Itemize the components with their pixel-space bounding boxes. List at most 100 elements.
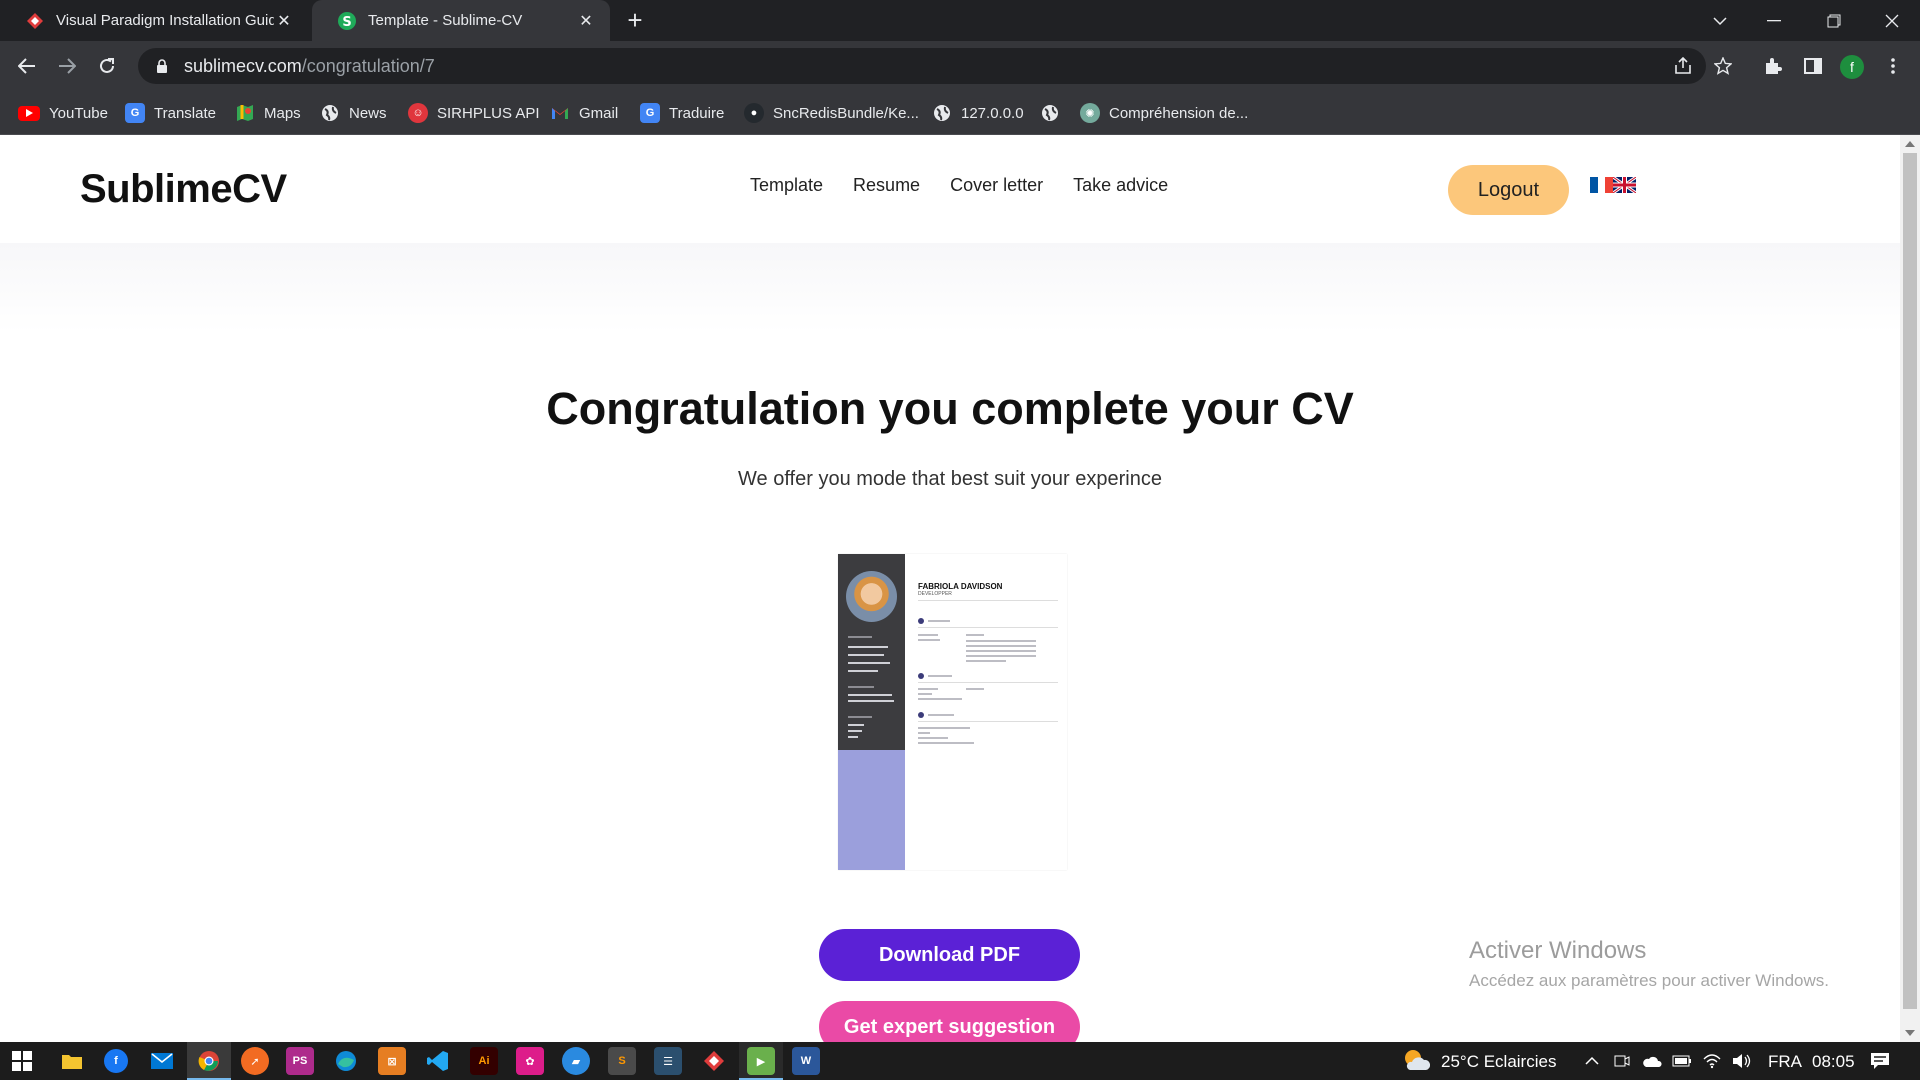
restore-window-icon[interactable] — [1806, 0, 1862, 41]
show-hidden-icons-chevron-icon[interactable] — [1582, 1051, 1602, 1071]
taskbar-clock[interactable]: 08:05 — [1812, 1052, 1855, 1072]
visual-paradigm-taskbar-icon[interactable] — [700, 1047, 728, 1075]
uk-flag-icon[interactable] — [1612, 175, 1637, 195]
nav-cover-letter[interactable]: Cover letter — [950, 175, 1043, 196]
bookmark-traduire[interactable]: G Traduire — [640, 101, 724, 125]
download-pdf-button[interactable]: Download PDF — [819, 929, 1080, 981]
page-scrollbar[interactable] — [1900, 135, 1920, 1042]
close-tab-icon[interactable]: ✕ — [576, 11, 596, 31]
bookmark-localhost[interactable]: 127.0.0.0 — [932, 101, 1024, 125]
windows-taskbar: f ➚ PS ⊠ Ai ✿ ▰ S ☰ ▶ W 25°C Eclaircies — [0, 1042, 1920, 1080]
globe-icon — [320, 103, 340, 123]
notification-center-icon[interactable] — [1870, 1051, 1890, 1071]
gmail-icon — [550, 103, 570, 123]
extensions-puzzle-icon[interactable] — [1758, 51, 1788, 81]
dbeaver-icon[interactable]: ☰ — [654, 1047, 682, 1075]
back-arrow-icon[interactable] — [12, 51, 42, 81]
nav-take-advice[interactable]: Take advice — [1073, 175, 1168, 196]
site-header: SublimeCV Template Resume Cover letter T… — [0, 135, 1900, 243]
cv-preview[interactable]: FABRIOLA DAVIDSON DEVELOPPER — [838, 554, 1067, 870]
paint-app-icon[interactable]: ✿ — [516, 1047, 544, 1075]
cv-role: DEVELOPPER — [918, 591, 952, 597]
language-switcher — [1590, 175, 1637, 195]
meet-now-icon[interactable] — [1612, 1051, 1632, 1071]
phpstorm-icon[interactable]: PS — [286, 1047, 314, 1075]
profile-avatar[interactable]: f — [1840, 55, 1864, 79]
scroll-down-arrow-icon[interactable] — [1905, 1030, 1915, 1036]
sublime-text-icon[interactable]: S — [608, 1047, 636, 1075]
scroll-thumb[interactable] — [1903, 153, 1917, 1009]
minimize-window-icon[interactable] — [1746, 0, 1802, 41]
onedrive-cloud-icon[interactable] — [1642, 1051, 1662, 1071]
github-icon: ● — [744, 103, 764, 123]
page-subtitle: We offer you mode that best suit your ex… — [738, 468, 1162, 490]
tab-visual-paradigm[interactable]: Visual Paradigm Installation Guid ✕ — [0, 0, 308, 41]
bookmark-maps[interactable]: Maps — [235, 101, 301, 125]
media-player-icon[interactable]: ▶ — [747, 1047, 775, 1075]
lock-icon[interactable] — [150, 59, 174, 73]
share-icon[interactable] — [1668, 51, 1698, 81]
input-language[interactable]: FRA — [1768, 1052, 1802, 1072]
logout-button[interactable]: Logout — [1448, 165, 1569, 215]
illustrator-icon[interactable]: Ai — [470, 1047, 498, 1075]
forward-arrow-icon[interactable] — [52, 51, 82, 81]
address-bar[interactable]: sublimecv.com/congratulation/7 — [138, 48, 1706, 84]
bookmark-news[interactable]: News — [320, 101, 387, 125]
bookmark-sncredisbundle[interactable]: ● SncRedisBundle/Ke... — [744, 101, 919, 125]
menu-kebab-icon[interactable] — [1878, 51, 1908, 81]
sublimecv-s-icon: S — [338, 11, 356, 30]
weather-text[interactable]: 25°C Eclaircies — [1441, 1052, 1556, 1072]
google-maps-icon — [235, 103, 255, 123]
nav-resume[interactable]: Resume — [853, 175, 920, 196]
word-icon[interactable]: W — [792, 1047, 820, 1075]
vscode-icon[interactable] — [424, 1047, 452, 1075]
windows-activation-title: Activer Windows — [1469, 937, 1647, 964]
close-window-icon[interactable] — [1864, 0, 1920, 41]
chrome-icon[interactable] — [195, 1047, 223, 1075]
bookmark-comprehension[interactable]: ✺ Compréhension de... — [1080, 101, 1248, 125]
bookmark-gmail[interactable]: Gmail — [550, 101, 618, 125]
volume-icon[interactable] — [1732, 1051, 1752, 1071]
bookmark-youtube[interactable]: YouTube — [18, 101, 108, 125]
visual-paradigm-icon — [26, 12, 44, 30]
nav-template[interactable]: Template — [750, 175, 823, 196]
xampp-icon[interactable]: ⊠ — [378, 1047, 406, 1075]
edge-icon[interactable] — [332, 1047, 360, 1075]
facebook-icon[interactable]: f — [104, 1049, 128, 1073]
mail-icon[interactable] — [148, 1047, 176, 1075]
cv-name: FABRIOLA DAVIDSON — [918, 582, 1003, 591]
bookmark-translate[interactable]: G Translate — [125, 101, 216, 125]
google-translate-icon: G — [125, 103, 145, 123]
main-nav: Template Resume Cover letter Take advice — [750, 175, 1168, 196]
french-flag-icon[interactable] — [1590, 177, 1613, 193]
postman-icon[interactable]: ➚ — [241, 1047, 269, 1075]
expert-suggestion-button[interactable]: Get expert suggestion — [819, 1001, 1080, 1042]
globe-icon — [1040, 103, 1060, 123]
youtube-icon — [18, 105, 40, 121]
tab-search-chevron-icon[interactable] — [1692, 0, 1748, 41]
windows-activation-subtitle: Accédez aux paramètres pour activer Wind… — [1469, 971, 1829, 990]
bookmark-sirhplus[interactable]: ☺ SIRHPLUS API — [408, 101, 540, 125]
tab-title: Visual Paradigm Installation Guid — [56, 12, 274, 29]
weather-icon[interactable] — [1402, 1047, 1430, 1075]
cv-profile-photo — [846, 571, 897, 622]
close-tab-icon[interactable]: ✕ — [274, 11, 294, 31]
tab-sublimecv[interactable]: S Template - Sublime-CV ✕ — [312, 0, 610, 41]
globe-icon — [932, 103, 952, 123]
bookmark-untitled[interactable] — [1040, 101, 1069, 125]
google-translate-icon: G — [640, 103, 660, 123]
page-title: Congratulation you complete your CV — [546, 383, 1354, 434]
browser-toolbar: sublimecv.com/congratulation/7 f — [0, 41, 1920, 91]
bookmark-star-icon[interactable] — [1708, 51, 1738, 81]
reload-icon[interactable] — [92, 51, 122, 81]
scroll-up-arrow-icon[interactable] — [1905, 141, 1915, 147]
page-viewport: SublimeCV Template Resume Cover letter T… — [0, 135, 1920, 1042]
file-explorer-icon[interactable] — [58, 1047, 86, 1075]
site-logo[interactable]: SublimeCV — [80, 167, 287, 212]
side-panel-icon[interactable] — [1798, 51, 1828, 81]
wifi-icon[interactable] — [1702, 1051, 1722, 1071]
docker-icon[interactable]: ▰ — [562, 1047, 590, 1075]
windows-start-icon[interactable] — [8, 1047, 36, 1075]
new-tab-button[interactable]: + — [620, 7, 650, 34]
battery-icon[interactable] — [1672, 1051, 1692, 1071]
